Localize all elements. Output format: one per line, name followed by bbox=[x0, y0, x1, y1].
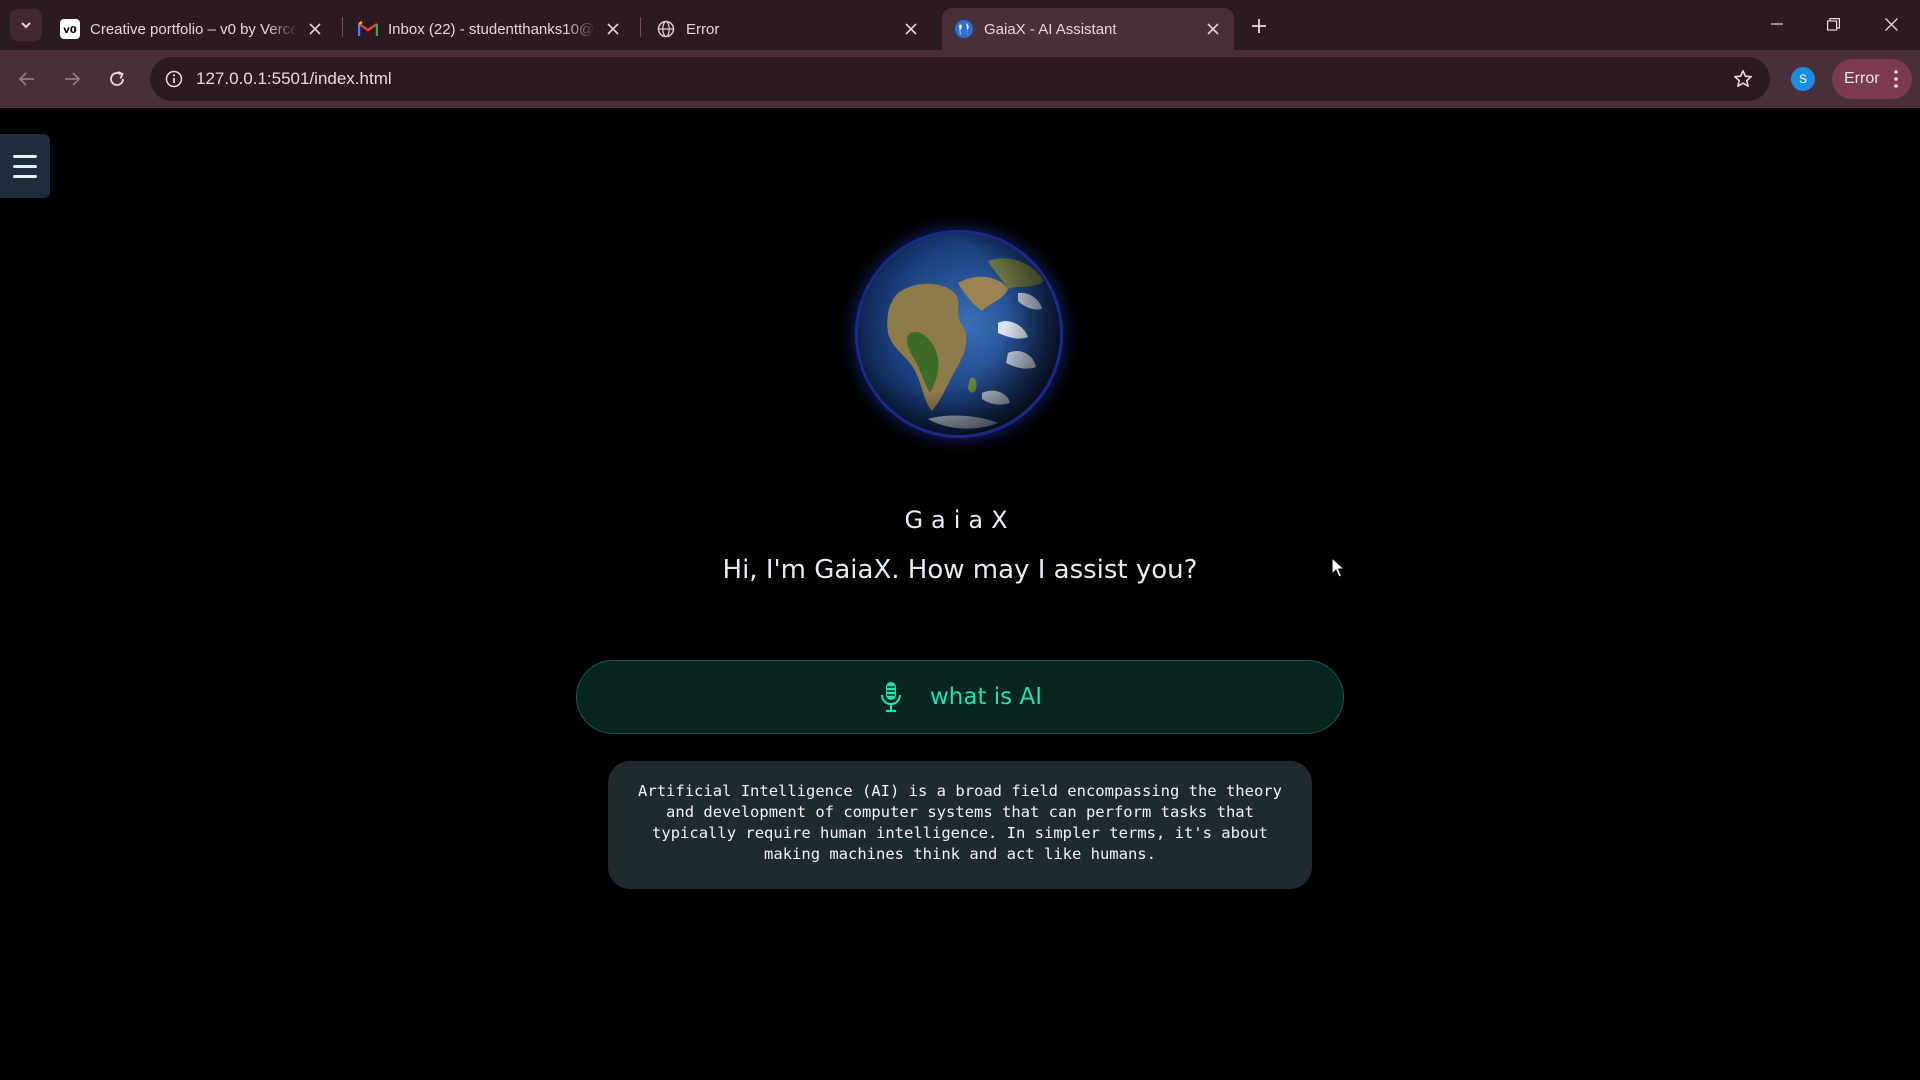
close-icon[interactable] bbox=[1202, 18, 1224, 40]
bookmark-star-icon[interactable] bbox=[1730, 66, 1756, 92]
tab-title: GaiaX - AI Assistant bbox=[984, 20, 1117, 38]
reload-icon bbox=[110, 71, 124, 86]
assistant-name: GaiaX bbox=[904, 506, 1016, 534]
restore-button[interactable] bbox=[1810, 8, 1856, 40]
browser-window: v0 Creative portfolio – v0 by Vercel Inb… bbox=[0, 0, 1920, 1080]
globe-icon bbox=[656, 19, 676, 39]
close-icon[interactable] bbox=[602, 18, 624, 40]
microphone-icon[interactable] bbox=[878, 681, 904, 713]
tab-title: Error bbox=[686, 20, 720, 38]
close-icon bbox=[1884, 17, 1898, 31]
greeting-text: Hi, I'm GaiaX. How may I assist you? bbox=[722, 555, 1198, 585]
tab-strip: v0 Creative portfolio – v0 by Vercel Inb… bbox=[0, 0, 1920, 50]
error-label: Error bbox=[1844, 70, 1880, 87]
tab-gmail-inbox[interactable]: Inbox (22) - studentthanks10@gmail.com bbox=[346, 8, 634, 50]
tab-search-button[interactable] bbox=[10, 9, 42, 41]
back-button[interactable] bbox=[12, 64, 42, 94]
address-bar[interactable]: 127.0.0.1:5501/index.html bbox=[150, 57, 1770, 101]
hamburger-menu-button[interactable] bbox=[0, 134, 50, 198]
response-box: Artificial Intelligence (AI) is a broad … bbox=[608, 761, 1312, 889]
voice-input-bar[interactable]: what is AI bbox=[576, 660, 1344, 734]
url-text: 127.0.0.1:5501/index.html bbox=[196, 69, 392, 88]
earth-globe-image bbox=[858, 233, 1060, 435]
hamburger-line bbox=[13, 154, 37, 158]
profile-avatar[interactable]: S bbox=[1791, 67, 1815, 91]
minimize-button[interactable] bbox=[1754, 8, 1800, 40]
reload-button[interactable] bbox=[102, 64, 132, 94]
gmail-icon bbox=[358, 19, 378, 39]
site-info-icon[interactable] bbox=[160, 65, 188, 93]
forward-button[interactable] bbox=[57, 64, 87, 94]
page-content: GaiaX Hi, I'm GaiaX. How may I assist yo… bbox=[0, 108, 1920, 1080]
tab-creative-portfolio[interactable]: v0 Creative portfolio – v0 by Vercel bbox=[48, 8, 336, 50]
close-icon[interactable] bbox=[900, 18, 922, 40]
browser-toolbar: 127.0.0.1:5501/index.html S Error bbox=[0, 50, 1920, 108]
close-window-button[interactable] bbox=[1868, 8, 1914, 40]
more-vertical-icon bbox=[1890, 67, 1902, 91]
mouse-cursor-icon bbox=[1331, 557, 1345, 578]
v0-icon: v0 bbox=[60, 19, 80, 39]
tab-title: Creative portfolio – v0 by Vercel bbox=[90, 20, 298, 38]
minimize-icon bbox=[1771, 23, 1783, 25]
close-icon[interactable] bbox=[304, 18, 326, 40]
hamburger-line bbox=[13, 174, 37, 178]
svg-text:v0: v0 bbox=[63, 25, 77, 36]
chevron-down-icon bbox=[21, 22, 31, 29]
tab-separator bbox=[640, 17, 641, 37]
new-tab-button[interactable] bbox=[1245, 12, 1273, 40]
tab-error[interactable]: Error bbox=[644, 8, 932, 50]
restore-icon bbox=[1826, 17, 1840, 31]
earth-icon bbox=[954, 19, 974, 39]
arrow-left-icon bbox=[18, 72, 34, 86]
hamburger-line bbox=[13, 164, 37, 168]
error-menu-button[interactable]: Error bbox=[1832, 59, 1912, 99]
tab-separator bbox=[342, 17, 343, 37]
plus-icon bbox=[1252, 19, 1266, 33]
tab-gaiax[interactable]: GaiaX - AI Assistant bbox=[942, 8, 1234, 50]
arrow-right-icon bbox=[65, 72, 81, 86]
voice-query-text: what is AI bbox=[929, 684, 1042, 710]
tab-title: Inbox (22) - studentthanks10@gmail.com bbox=[388, 20, 596, 38]
